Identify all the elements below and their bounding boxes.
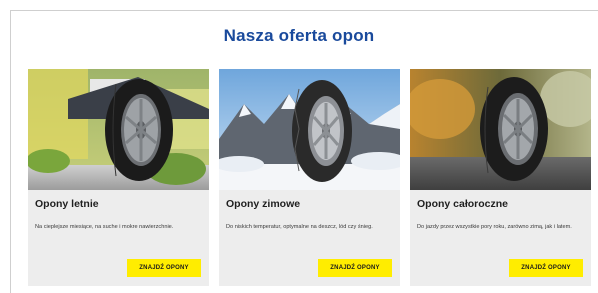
tire-card-all-season[interactable]: Opony całoroczne Do jazdy przez wszystki…	[410, 69, 591, 286]
card-title: Opony letnie	[35, 198, 99, 210]
tire-card-summer[interactable]: Opony letnie Na cieplejsze miesiące, na …	[28, 69, 209, 286]
winter-tire-image[interactable]	[219, 69, 400, 190]
all-season-tire-image[interactable]	[410, 69, 591, 190]
find-tires-button[interactable]: ZNAJDŹ OPONY	[127, 259, 201, 277]
section-title: Nasza oferta opon	[223, 26, 375, 45]
find-tires-button[interactable]: ZNAJDŹ OPONY	[509, 259, 583, 277]
card-title: Opony zimowe	[226, 198, 301, 210]
card-description: Do jazdy przez wszystkie pory roku, zaró…	[417, 224, 572, 230]
tire-card-winter[interactable]: Opony zimowe Do niskich temperatur, opty…	[219, 69, 400, 286]
card-description: Na cieplejsze miesiące, na suche i mokre…	[35, 224, 174, 230]
card-description: Do niskich temperatur, optymalne na desz…	[226, 224, 373, 230]
card-title: Opony całoroczne	[417, 198, 509, 210]
summer-tire-image[interactable]	[28, 69, 209, 190]
find-tires-button[interactable]: ZNAJDŹ OPONY	[318, 259, 392, 277]
